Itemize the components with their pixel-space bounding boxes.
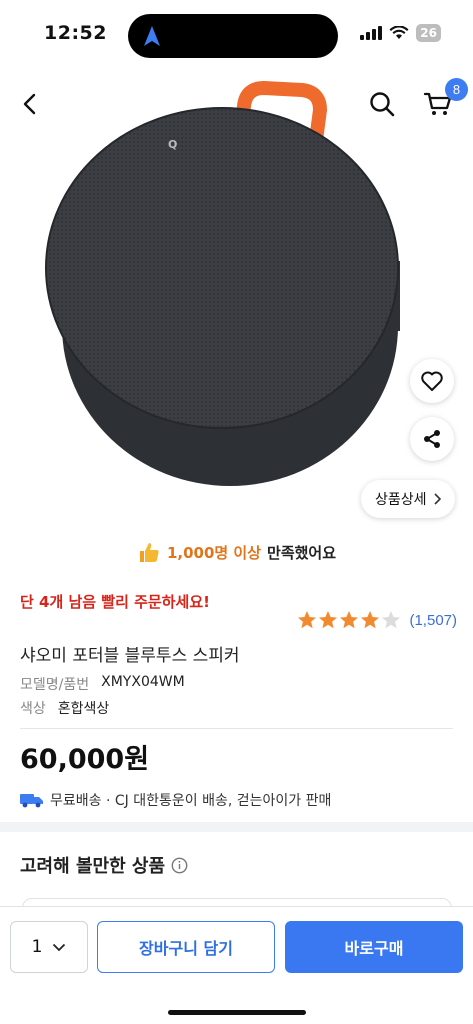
satisfaction-count: 1,000명 이상 <box>166 543 262 562</box>
product-detail-label: 상품상세 <box>375 492 427 508</box>
review-count[interactable]: (1,507) <box>409 612 457 629</box>
spec-key: 색상 <box>20 701 46 717</box>
rating[interactable]: (1,507) <box>297 610 457 630</box>
quantity-value: 1 <box>31 937 43 957</box>
info-icon[interactable] <box>171 857 188 874</box>
purchase-bar: 1 장바구니 담기 바로구매 <box>0 906 473 1024</box>
navigation-arrow-icon <box>144 26 160 46</box>
back-button[interactable] <box>10 84 50 124</box>
recommend-section-title: 고려해 볼만한 상품 <box>20 852 188 878</box>
buy-now-button[interactable]: 바로구매 <box>285 921 463 973</box>
product-detail-button[interactable]: 상품상세 <box>361 480 455 518</box>
wishlist-button[interactable] <box>410 359 454 403</box>
divider <box>20 728 453 729</box>
spec-value: 혼합색상 <box>57 701 110 717</box>
spec-row: 색상 혼합색상 <box>20 698 109 718</box>
svg-text:Q: Q <box>168 138 177 151</box>
recommend-title-text: 고려해 볼만한 상품 <box>20 856 166 877</box>
cart-count-badge: 8 <box>445 78 468 101</box>
search-icon <box>370 92 395 117</box>
share-button[interactable] <box>410 417 454 461</box>
spec-value: XMYX04WM <box>101 674 185 690</box>
thumbs-up-icon <box>139 543 159 562</box>
stock-urgency-text: 단 4개 남음 빨리 주문하세요! <box>20 593 210 611</box>
spec-key: 모델명/품번 <box>20 677 90 693</box>
product-image[interactable]: Q <box>40 76 420 496</box>
share-icon <box>424 430 440 448</box>
star-rating-icon <box>298 611 401 629</box>
battery-indicator: 26 <box>416 24 441 42</box>
status-time: 12:52 <box>44 22 107 44</box>
product-price: 60,000원 <box>20 744 150 775</box>
home-indicator <box>168 1010 306 1015</box>
delivery-truck-icon <box>20 794 43 808</box>
heart-icon <box>421 371 443 391</box>
quantity-select[interactable]: 1 <box>10 921 88 973</box>
spec-row: 모델명/품번 XMYX04WM <box>20 674 185 694</box>
chevron-left-icon <box>23 93 36 115</box>
delivery-text: 무료배송 · CJ 대한통운이 배송, 걷는아이가 판매 <box>50 793 332 809</box>
chevron-right-icon <box>433 493 441 505</box>
satisfaction-banner: 1,000명 이상 만족했어요 <box>0 540 473 564</box>
status-indicators: 26 <box>360 24 441 42</box>
satisfaction-text: 만족했어요 <box>267 543 337 562</box>
product-name: 샤오미 포터블 블루투스 스피커 <box>20 646 240 666</box>
add-to-cart-button[interactable]: 장바구니 담기 <box>97 921 275 973</box>
section-separator <box>0 822 473 832</box>
dynamic-island <box>128 14 338 58</box>
chevron-down-icon <box>53 943 66 951</box>
status-bar: 12:52 26 <box>0 0 473 70</box>
signal-icon <box>360 26 383 40</box>
wifi-icon <box>389 26 409 39</box>
search-button[interactable] <box>362 84 402 124</box>
delivery-info: 무료배송 · CJ 대한통운이 배송, 걷는아이가 판매 <box>20 790 331 810</box>
